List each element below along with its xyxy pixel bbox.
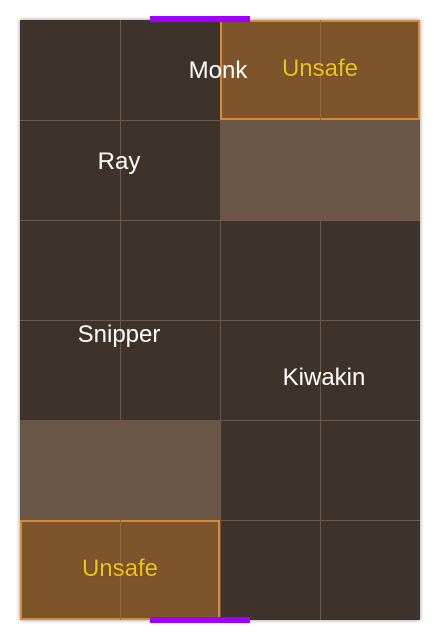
unsafe-label-top: Unsafe bbox=[281, 55, 359, 82]
entry-gate-icon bbox=[150, 617, 250, 623]
piece-monk[interactable]: Monk bbox=[189, 57, 248, 85]
blocked-cell-bottom[interactable] bbox=[20, 420, 220, 520]
blocked-cell-top[interactable] bbox=[220, 120, 420, 220]
unsafe-label-bottom: Unsafe bbox=[81, 555, 159, 582]
piece-ray[interactable]: Ray bbox=[98, 148, 141, 176]
piece-snipper[interactable]: Snipper bbox=[78, 321, 161, 349]
exit-gate-icon bbox=[150, 16, 250, 22]
game-board: Unsafe Unsafe Monk Ray Snipper Kiwakin bbox=[20, 20, 420, 620]
grid-line bbox=[20, 220, 420, 221]
piece-kiwakin[interactable]: Kiwakin bbox=[283, 364, 366, 392]
